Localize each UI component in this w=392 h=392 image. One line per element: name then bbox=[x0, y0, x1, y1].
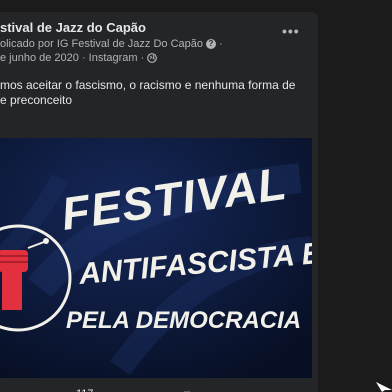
cursor-icon bbox=[376, 382, 392, 392]
posted-by-text[interactable]: olicado por IG Festival de Jazz Do Capão bbox=[0, 38, 203, 50]
info-icon[interactable]: ? bbox=[206, 39, 216, 49]
post-date-link[interactable]: e junho de 2020 · Instagram · bbox=[0, 52, 144, 64]
reaction-count[interactable]: 117 bbox=[76, 388, 94, 392]
post-meta-author: olicado por IG Festival de Jazz Do Capão… bbox=[0, 38, 223, 50]
page-name-link[interactable]: stival de Jazz do Capão bbox=[0, 20, 146, 35]
post-meta-date: e junho de 2020 · Instagram · bbox=[0, 52, 158, 64]
post-header: stival de Jazz do Capão olicado por IG F… bbox=[0, 12, 318, 74]
post-footer: 117 – bbox=[0, 384, 318, 392]
post-text: mos aceitar o fascismo, o racismo e nenh… bbox=[0, 78, 296, 107]
more-options-button[interactable]: ••• bbox=[282, 24, 302, 40]
poster-line-democracia: PELA DEMOCRACIA bbox=[66, 307, 301, 334]
screen: stival de Jazz do Capão olicado por IG F… bbox=[0, 0, 392, 392]
post-card: stival de Jazz do Capão olicado por IG F… bbox=[0, 12, 318, 392]
globe-icon bbox=[147, 53, 158, 63]
meta-separator: · bbox=[219, 38, 223, 50]
poster-graphic: FESTIVAL ANTIFASCISTA E PELA DEMOCRACIA bbox=[0, 138, 312, 378]
post-image[interactable]: FESTIVAL ANTIFASCISTA E PELA DEMOCRACIA bbox=[0, 138, 312, 378]
footer-dash: – bbox=[184, 386, 191, 392]
